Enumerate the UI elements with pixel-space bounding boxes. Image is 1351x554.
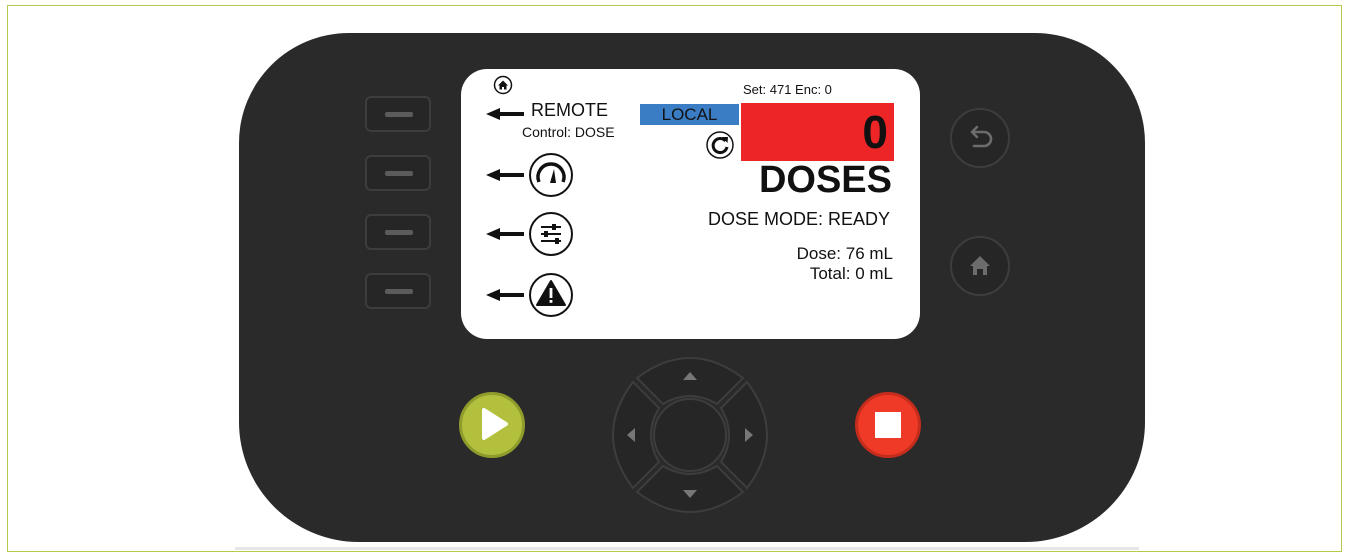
bottom-divider bbox=[235, 547, 1139, 550]
softkey-4-button[interactable] bbox=[365, 273, 431, 309]
directional-pad bbox=[612, 357, 768, 513]
back-arrow-icon bbox=[970, 125, 993, 148]
dpad-up-button[interactable] bbox=[635, 357, 745, 406]
arrow-left-icon bbox=[486, 228, 524, 240]
dose-count-value: 0 bbox=[862, 106, 888, 158]
dash-icon bbox=[385, 289, 413, 294]
back-button[interactable] bbox=[950, 108, 1010, 168]
house-icon bbox=[970, 256, 990, 275]
local-mode-badge[interactable]: LOCAL bbox=[640, 104, 739, 125]
stop-button[interactable] bbox=[855, 392, 921, 458]
control-mode-text: Control: DOSE bbox=[522, 124, 615, 140]
dose-volume: Dose: 76 mL bbox=[796, 244, 893, 263]
play-icon bbox=[482, 408, 508, 440]
settings-sliders-icon[interactable] bbox=[528, 211, 574, 257]
gauge-icon[interactable] bbox=[528, 152, 574, 198]
stop-square-icon bbox=[875, 412, 901, 438]
softkey-2-button[interactable] bbox=[365, 155, 431, 191]
dash-icon bbox=[385, 171, 413, 176]
warning-icon[interactable] bbox=[528, 272, 574, 318]
display-screen: REMOTE Control: DOSE Set: 471 Enc: 0 LOC… bbox=[461, 69, 920, 339]
total-volume: Total: 0 mL bbox=[809, 264, 893, 283]
home-icon[interactable] bbox=[493, 75, 513, 95]
dpad-center-button[interactable] bbox=[653, 398, 727, 472]
dose-mode-status: DOSE MODE: READY bbox=[707, 209, 890, 229]
dash-icon bbox=[385, 112, 413, 117]
dpad-down-button[interactable] bbox=[635, 464, 745, 513]
dpad-left-button[interactable] bbox=[612, 380, 661, 490]
dash-icon bbox=[385, 230, 413, 235]
dose-count-display: 0 bbox=[741, 103, 894, 161]
dpad-right-button[interactable] bbox=[719, 380, 768, 490]
arrow-left-icon bbox=[486, 169, 524, 181]
arrow-left-icon bbox=[486, 108, 524, 120]
remote-label: REMOTE bbox=[531, 100, 609, 120]
unit-label: DOSES bbox=[758, 159, 892, 201]
start-button[interactable] bbox=[459, 392, 525, 458]
set-encoder-readout: Set: 471 Enc: 0 bbox=[743, 82, 832, 97]
softkey-3-button[interactable] bbox=[365, 214, 431, 250]
softkey-1-button[interactable] bbox=[365, 96, 431, 132]
refresh-icon[interactable] bbox=[706, 131, 734, 159]
arrow-left-icon bbox=[486, 289, 524, 301]
home-button[interactable] bbox=[950, 236, 1010, 296]
